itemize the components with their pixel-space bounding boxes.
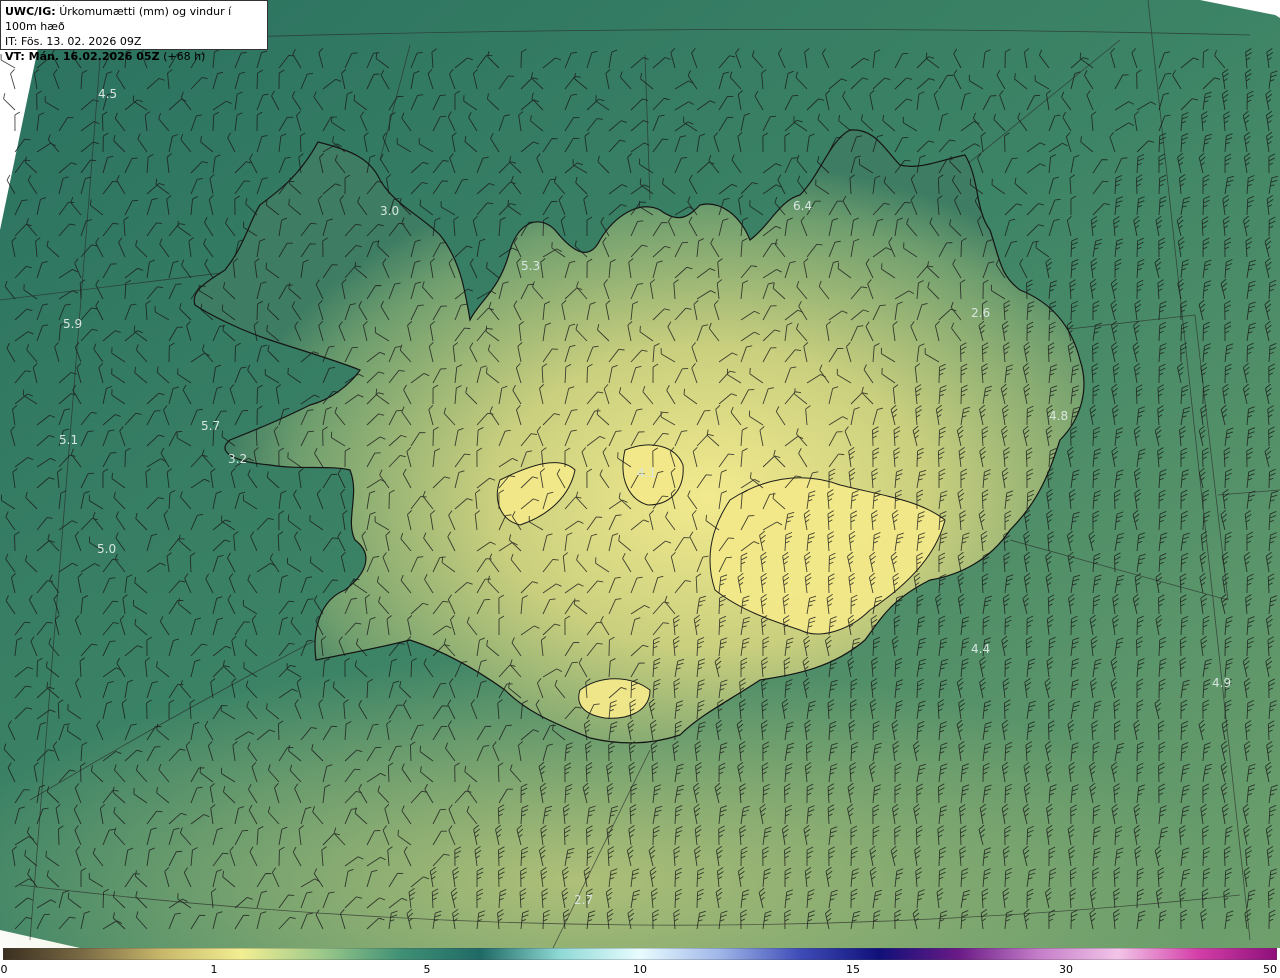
colorbar (3, 948, 1277, 960)
colorbar-tick: 15 (846, 963, 860, 976)
field-value-label: 4.9 (1212, 676, 1231, 690)
field-value-label: 2.7 (574, 893, 593, 907)
colorbar-tick: 0 (0, 963, 8, 976)
field-value-label: 5.9 (63, 317, 82, 331)
field-value-label: 6.4 (793, 199, 812, 213)
product-code: UWC/IG: (5, 5, 56, 18)
colorbar-legend: 0 1 5 10 15 30 50 (0, 948, 1280, 978)
title-line: UWC/IG: Úrkomumætti (mm) og vindur í 100… (5, 4, 263, 34)
field-value-label: 5.1 (59, 433, 78, 447)
field-value-label: 4.8 (1049, 409, 1068, 423)
field-value-label: 3.2 (228, 452, 247, 466)
field-value-label: 4.1 (637, 466, 656, 480)
field-value-label: 5.0 (97, 542, 116, 556)
title-box: UWC/IG: Úrkomumætti (mm) og vindur í 100… (0, 0, 268, 63)
field-value-label: 4.4 (971, 642, 990, 656)
colorbar-tick: 5 (423, 963, 431, 976)
field-value-label: 4.5 (98, 87, 117, 101)
field-value-label: 5.7 (201, 419, 220, 433)
map-canvas: 4.5 3.0 5.3 6.4 5.9 2.6 5.7 5.1 3.2 4.8 … (0, 0, 1280, 949)
colorbar-tick: 1 (210, 963, 218, 976)
forecast-map: 4.5 3.0 5.3 6.4 5.9 2.6 5.7 5.1 3.2 4.8 … (0, 0, 1280, 978)
field-value-label: 5.3 (521, 259, 540, 273)
colorbar-tick: 10 (633, 963, 647, 976)
colorbar-tick: 30 (1059, 963, 1073, 976)
field-value-label: 3.0 (380, 204, 399, 218)
colorbar-tick: 50 (1263, 963, 1277, 976)
lead-time: (+68 h) (163, 50, 206, 63)
valid-time-line: VT: Mán. 16.02.2026 05Z (+68 h) (5, 49, 263, 64)
init-time: IT: Fös. 13. 02. 2026 09Z (5, 35, 142, 48)
field-value-label: 2.6 (971, 306, 990, 320)
valid-time: VT: Mán. 16.02.2026 05Z (5, 50, 160, 63)
